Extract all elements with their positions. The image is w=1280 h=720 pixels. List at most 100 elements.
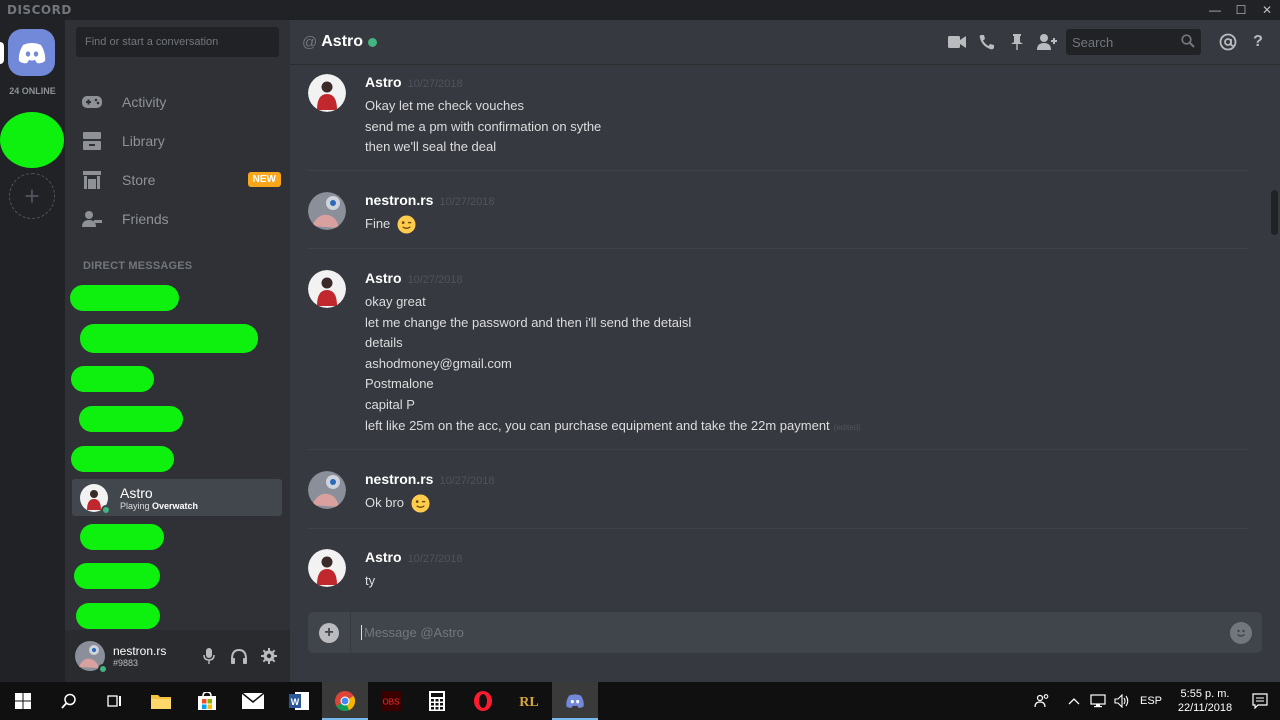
svg-text:RL: RL [519,695,538,710]
nav-activity[interactable]: Activity [74,84,281,120]
voice-call-icon[interactable] [972,30,1002,54]
calculator-icon[interactable] [414,682,460,720]
user-panel: nestron.rs #9883 [65,630,290,682]
people-icon[interactable] [1030,682,1054,720]
input-language[interactable]: ESP [1140,695,1162,707]
network-icon[interactable] [1086,682,1110,720]
new-badge: NEW [247,172,281,187]
message-author[interactable]: Astro [365,549,402,565]
avatar[interactable] [308,192,346,230]
home-button[interactable] [8,29,55,76]
wink-emoji-icon [411,494,430,513]
chat-area: @ Astro Search ? Astro 10/27/2018 Okay l… [290,20,1280,682]
message-author[interactable]: Astro [365,74,402,90]
online-count: 24 ONLINE [9,86,56,96]
message-text: okay great [365,294,426,309]
minimize-button[interactable]: — [1202,0,1228,20]
message-text: details [365,335,403,351]
runelite-icon[interactable]: RL [506,682,552,720]
message-divider [308,528,1248,529]
emoji-picker-icon[interactable] [1230,621,1252,644]
store-app-icon[interactable] [184,682,230,720]
avatar[interactable] [308,270,346,308]
start-windows-icon[interactable] [0,682,46,720]
nav-label: Library [122,133,165,149]
message-group: nestron.rs 10/27/2018 Fine [308,187,1248,243]
message-list: Astro 10/27/2018 Okay let me check vouch… [290,66,1280,606]
add-server-button[interactable]: + [9,173,55,219]
at-icon: @ [302,33,318,51]
message-author[interactable]: nestron.rs [365,192,433,208]
edited-label: (edited) [833,422,861,432]
nav-store[interactable]: Store NEW [74,162,281,198]
message-text: let me change the password and then i'll… [365,314,692,330]
redacted-dm-item[interactable] [80,524,164,550]
user-avatar[interactable] [75,641,108,674]
nav-library[interactable]: Library [74,123,281,159]
headphones-icon[interactable] [224,641,254,671]
chat-header: @ Astro Search ? [290,20,1280,65]
find-conversation-input[interactable]: Find or start a conversation [76,27,279,57]
chrome-icon[interactable] [322,682,368,720]
obs-icon[interactable]: OBS [368,682,414,720]
settings-gear-icon[interactable] [254,641,284,671]
nav-label: Friends [122,211,169,227]
file-explorer-icon[interactable] [138,682,184,720]
redacted-dm-item[interactable] [74,563,160,589]
message-timestamp: 10/27/2018 [407,553,463,565]
message-text: Okay let me check vouches [365,98,524,113]
message-text: ashodmoney@gmail.com [365,355,512,371]
taskbar-search-icon[interactable] [46,682,92,720]
avatar[interactable] [308,74,346,112]
chevron-up-icon[interactable] [1062,682,1086,720]
redacted-dm-item[interactable] [80,324,258,353]
discord-logo-icon [18,42,45,63]
redacted-dm-item[interactable] [76,603,160,629]
windows-taskbar: W OBS RL ESP 5:55 p. m. 22/11/2018 [0,682,1280,720]
message-scrollbar[interactable] [1271,190,1278,235]
message-text: Postmalone [365,376,434,392]
online-status-icon [101,504,111,515]
redacted-dm-item[interactable] [71,366,154,392]
message-input[interactable] [361,625,1211,640]
help-icon[interactable]: ? [1246,30,1270,54]
redacted-dm-item[interactable] [70,285,179,311]
volume-icon[interactable] [1110,682,1134,720]
task-view-icon[interactable] [92,682,138,720]
message-divider [308,449,1248,450]
message-author[interactable]: nestron.rs [365,471,433,487]
redacted-server-icon[interactable] [0,112,64,168]
search-input[interactable]: Search [1066,29,1201,55]
mentions-icon[interactable] [1216,30,1240,54]
dm-sidebar: Find or start a conversation Activity Li… [65,20,290,682]
mail-icon[interactable] [230,682,276,720]
microphone-icon[interactable] [194,641,224,671]
action-center-icon[interactable] [1240,682,1280,720]
message-timestamp: 10/27/2018 [407,78,463,90]
message-group: Astro 10/27/2018 Okay let me check vouch… [308,69,1248,169]
message-author[interactable]: Astro [365,270,402,286]
redacted-dm-item[interactable] [79,406,183,432]
discord-taskbar-icon[interactable] [552,682,598,720]
dm-status: Playing Overwatch [120,500,199,511]
close-button[interactable]: ✕ [1254,0,1280,20]
direct-messages-header: DIRECT MESSAGES [83,260,193,272]
avatar[interactable] [308,471,346,509]
video-call-icon[interactable] [942,30,972,54]
avatar[interactable] [308,549,346,587]
message-text: send me a pm with confirmation on sythe [365,118,602,134]
message-timestamp: 10/27/2018 [439,196,495,208]
nav-friends[interactable]: Friends [74,201,281,237]
word-icon[interactable]: W [276,682,322,720]
taskbar-clock[interactable]: 5:55 p. m. 22/11/2018 [1170,687,1240,715]
svg-text:OBS: OBS [383,698,400,707]
redacted-dm-item[interactable] [71,446,174,472]
controller-icon [80,90,104,114]
maximize-button[interactable]: ☐ [1228,0,1254,20]
online-status-icon [368,37,378,47]
add-friend-icon[interactable] [1032,30,1062,54]
pin-icon[interactable] [1002,30,1032,54]
opera-icon[interactable] [460,682,506,720]
dm-item-astro[interactable]: Astro Playing Overwatch [72,479,282,516]
upload-plus-button[interactable]: + [319,622,339,643]
